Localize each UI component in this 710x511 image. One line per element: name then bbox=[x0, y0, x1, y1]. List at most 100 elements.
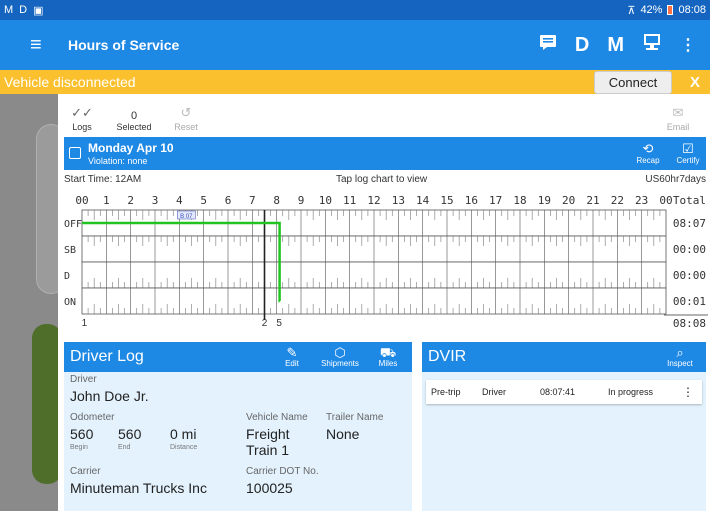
trailer-name: None bbox=[326, 426, 360, 442]
network-icon: ⊼ bbox=[627, 4, 636, 17]
edit-button[interactable]: ✎ Edit bbox=[272, 346, 312, 368]
carrier-name: Minuteman Trucks Inc bbox=[70, 480, 207, 496]
hour-tick-label: 2 bbox=[127, 194, 134, 207]
dvir-status: In progress bbox=[608, 387, 654, 397]
miles-label: Miles bbox=[378, 359, 398, 368]
odometer-label: Odometer bbox=[70, 412, 115, 423]
status-indicator-d: D bbox=[19, 4, 28, 16]
selected-indicator: 0 Selected bbox=[106, 110, 162, 132]
chart-hint: Tap log chart to view bbox=[336, 174, 428, 185]
messages-icon[interactable] bbox=[539, 33, 557, 57]
logs-button[interactable]: ✓✓ Logs bbox=[58, 106, 106, 133]
dvir-title: DVIR bbox=[428, 348, 467, 365]
driver-log-card: Driver Log ✎ Edit ⬡ Shipments ⛟ Miles Dr… bbox=[64, 342, 412, 511]
inspect-label: Inspect bbox=[667, 359, 693, 368]
search-icon: ⌕ bbox=[676, 345, 684, 360]
dvir-role: Driver bbox=[482, 387, 506, 397]
grand-total: 08:08 bbox=[673, 317, 706, 330]
banner-close-button[interactable]: X bbox=[690, 74, 700, 91]
log-chart-svg[interactable]: 00 1 2 3 4 5 6 7 8 9 10 11 12 13 14 15 16 17 18 19 20 21 22 23 0… bbox=[64, 186, 708, 336]
background-dimmed bbox=[0, 94, 66, 511]
selected-label: Selected bbox=[116, 122, 152, 132]
log-chart[interactable]: 00 1 2 3 4 5 6 7 8 9 10 11 12 13 14 15 16 17 18 19 20 21 22 23 0… bbox=[64, 186, 708, 336]
package-icon: ⬡ bbox=[334, 345, 346, 360]
hour-tick-label: 8 bbox=[273, 194, 280, 207]
driver-label: Driver bbox=[70, 374, 97, 385]
trailer-name-label: Trailer Name bbox=[326, 412, 384, 423]
chart-bottom-label: 5 bbox=[276, 318, 282, 329]
day-checkbox[interactable] bbox=[69, 147, 81, 159]
hamburger-menu-icon[interactable]: ≡ bbox=[30, 34, 58, 57]
battery-percent: 42% bbox=[640, 4, 663, 16]
page-title: Hours of Service bbox=[68, 37, 180, 53]
edit-label: Edit bbox=[285, 359, 299, 368]
vehicle-disconnected-banner: Vehicle disconnected Connect X bbox=[0, 70, 710, 94]
hour-tick-label: 19 bbox=[538, 194, 551, 207]
log-date: Monday Apr 10 bbox=[88, 141, 174, 155]
dvir-type: Pre-trip bbox=[431, 387, 461, 397]
dvir-card: DVIR ⌕ Inspect Pre-trip Driver 08:07:41 … bbox=[422, 342, 706, 511]
driver-log-header: Driver Log ✎ Edit ⬡ Shipments ⛟ Miles bbox=[64, 342, 412, 372]
inspect-button[interactable]: ⌕ Inspect bbox=[660, 346, 700, 368]
violation-status: Violation: none bbox=[88, 156, 148, 166]
status-total: 08:07 bbox=[673, 217, 706, 230]
connect-button[interactable]: Connect bbox=[593, 70, 672, 94]
status-label: OFF bbox=[64, 219, 82, 230]
pencil-icon: ✎ bbox=[286, 345, 298, 360]
start-time: Start Time: 12AM bbox=[64, 174, 142, 185]
hour-tick-label: 5 bbox=[200, 194, 207, 207]
hour-tick-label: 00 bbox=[659, 194, 672, 207]
battery-icon bbox=[667, 5, 674, 15]
email-button[interactable]: ✉ Email bbox=[654, 106, 702, 133]
day-header: Monday Apr 10 Violation: none ⟲ Recap ☑ … bbox=[64, 137, 706, 170]
mode-button[interactable]: M bbox=[607, 34, 624, 57]
overflow-menu-icon[interactable]: ⋮ bbox=[680, 35, 696, 55]
hour-tick-label: 17 bbox=[489, 194, 502, 207]
reset-button[interactable]: ↺ Reset bbox=[162, 105, 210, 133]
status-bar: M D ▣ ⊼ 42% 08:08 bbox=[0, 0, 710, 20]
driver-log-title: Driver Log bbox=[70, 348, 144, 365]
hour-tick-label: 12 bbox=[367, 194, 380, 207]
dvir-time: 08:07:41 bbox=[540, 387, 576, 397]
status-label: SB bbox=[64, 245, 76, 256]
hour-tick-label: 18 bbox=[513, 194, 526, 207]
certify-button[interactable]: ☑ Certify bbox=[670, 141, 706, 165]
eld-device-icon[interactable] bbox=[642, 33, 662, 57]
status-total: 00:00 bbox=[673, 269, 706, 282]
dvir-header: DVIR ⌕ Inspect bbox=[422, 342, 706, 372]
vehicle-name-line2: Train 1 bbox=[246, 442, 290, 458]
driver-name: John Doe Jr. bbox=[70, 388, 149, 404]
recap-label: Recap bbox=[636, 156, 660, 165]
hour-tick-label: 16 bbox=[465, 194, 478, 207]
hour-tick-label: 15 bbox=[440, 194, 453, 207]
miles-button[interactable]: ⛟ Miles bbox=[368, 346, 408, 368]
recap-button[interactable]: ⟲ Recap bbox=[630, 141, 666, 165]
hour-tick-label: 00 bbox=[75, 194, 88, 207]
status-total: 00:00 bbox=[673, 243, 706, 256]
dvir-list-item[interactable]: Pre-trip Driver 08:07:41 In progress ⋮ bbox=[426, 380, 702, 404]
logs-label: Logs bbox=[72, 122, 92, 132]
status-indicator-m: M bbox=[4, 4, 14, 16]
hour-tick-label: 1 bbox=[103, 194, 110, 207]
hour-tick-label: 13 bbox=[392, 194, 405, 207]
screen-icon: ▣ bbox=[33, 4, 44, 17]
event-marker-label: B 07 bbox=[180, 214, 193, 220]
chart-bottom-label: 2 bbox=[262, 318, 268, 329]
reset-icon: ↺ bbox=[180, 105, 192, 120]
dvir-overflow-icon[interactable]: ⋮ bbox=[682, 385, 694, 399]
hour-tick-label: 22 bbox=[611, 194, 624, 207]
driving-status-button[interactable]: D bbox=[575, 34, 589, 57]
distance-value: 0 mi bbox=[170, 426, 197, 442]
cycle-rule: US60hr7days bbox=[645, 174, 706, 185]
log-toolbar: ✓✓ Logs 0 Selected ↺ Reset ✉ Email bbox=[58, 94, 710, 136]
shipments-button[interactable]: ⬡ Shipments bbox=[316, 346, 364, 368]
vehicle-name-line1: Freight bbox=[246, 426, 290, 442]
car-icon: ⛟ bbox=[379, 345, 397, 360]
carrier-dot-label: Carrier DOT No. bbox=[246, 466, 319, 477]
distance-label: Distance bbox=[170, 444, 198, 451]
history-icon: ⟲ bbox=[642, 141, 654, 156]
selected-count: 0 bbox=[130, 110, 138, 122]
hour-tick-label: 7 bbox=[249, 194, 256, 207]
driver-log-body: Driver John Doe Jr. Odometer 560 560 0 m… bbox=[64, 372, 412, 511]
status-total: 00:01 bbox=[673, 295, 706, 308]
